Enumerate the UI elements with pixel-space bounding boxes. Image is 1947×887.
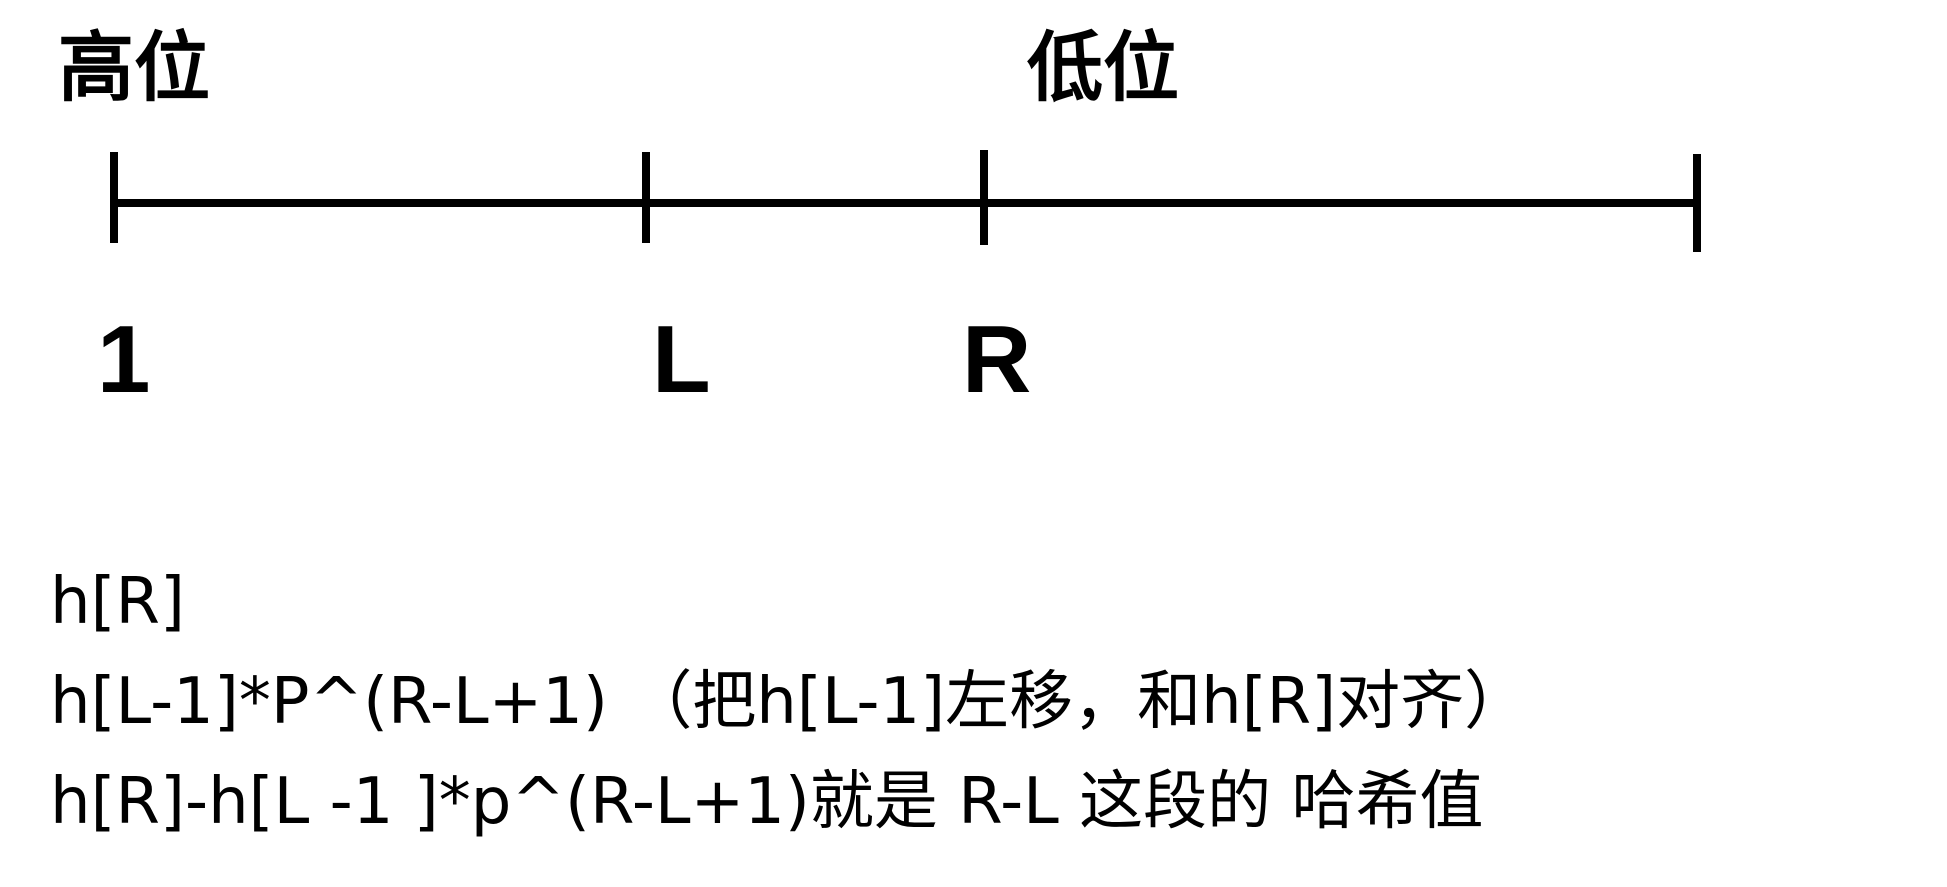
formula-shift: h[L-1]*P^(R-L+1) （把h[L-1]左移，和h[R]对齐）	[50, 665, 1529, 739]
number-line	[110, 150, 1701, 252]
formula-hash: h[R]-h[L -1 ]*p^(R-L+1)就是 R-L 这段的 哈希值	[50, 765, 1484, 839]
formula-hr: h[R]	[50, 565, 185, 639]
tick-label-1: 1	[97, 306, 151, 413]
tick-label-l: L	[652, 306, 711, 413]
tick-label-r: R	[962, 306, 1032, 413]
